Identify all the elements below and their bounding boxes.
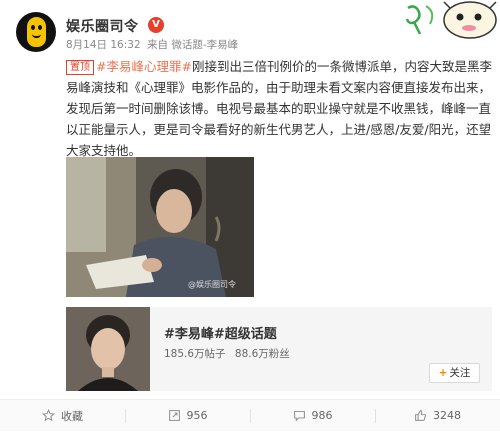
action-bar: 收藏 956 986 3248	[0, 399, 500, 431]
verified-icon: V	[148, 17, 164, 33]
comment-icon	[293, 410, 305, 422]
post-meta: 8月14日 16:32 来自 微话题-李易峰	[66, 37, 241, 52]
author-avatar[interactable]	[16, 12, 56, 52]
pinned-badge: 置顶	[66, 60, 94, 75]
repost-button[interactable]: 956	[125, 400, 250, 431]
topic-thumbnail	[66, 307, 150, 391]
author-name[interactable]: 娱乐圈司令	[66, 16, 139, 36]
decorative-sticker-icon	[405, 1, 497, 39]
topic-fans-count: 88.6万粉丝	[234, 348, 290, 360]
topic-title[interactable]: #李易峰#超级话题	[164, 323, 277, 342]
topic-posts-count: 185.6万帖子	[164, 348, 226, 360]
post-text: 置顶 #李易峰心理罪#刚接到出三倍刊例价的一条微博派单，内容大致是黑李易峰演技和《…	[66, 56, 492, 161]
like-button[interactable]: 3248	[375, 400, 500, 431]
post-image[interactable]: @娱乐圈司令	[66, 157, 254, 297]
comment-count: 986	[311, 409, 333, 422]
repost-icon	[168, 410, 180, 421]
post-date[interactable]: 8月14日 16:32	[66, 39, 141, 51]
like-count: 3248	[433, 409, 461, 422]
plus-icon: +	[438, 367, 448, 379]
follow-label: 关注	[449, 367, 471, 379]
favorite-button[interactable]: 收藏	[0, 400, 125, 431]
comment-button[interactable]: 986	[250, 400, 375, 431]
star-icon	[42, 409, 55, 422]
avatar-mascot	[27, 17, 46, 47]
image-watermark: @娱乐圈司令	[188, 280, 236, 289]
repost-count: 956	[186, 409, 208, 422]
like-icon	[415, 410, 426, 421]
favorite-label: 收藏	[61, 409, 83, 423]
super-topic-card[interactable]: #李易峰#超级话题 185.6万帖子 88.6万粉丝 + 关注	[66, 307, 492, 391]
follow-button[interactable]: + 关注	[429, 363, 480, 383]
weibo-post: 娱乐圈司令 V 8月14日 16:32 来自 微话题-李易峰 置顶 #李易峰心理罪…	[0, 0, 500, 439]
topic-stats: 185.6万帖子 88.6万粉丝	[164, 346, 296, 361]
post-image-illustration	[66, 157, 254, 297]
post-source[interactable]: 来自 微话题-李易峰	[147, 39, 238, 51]
hashtag-link[interactable]: #李易峰心理罪#	[96, 59, 192, 74]
